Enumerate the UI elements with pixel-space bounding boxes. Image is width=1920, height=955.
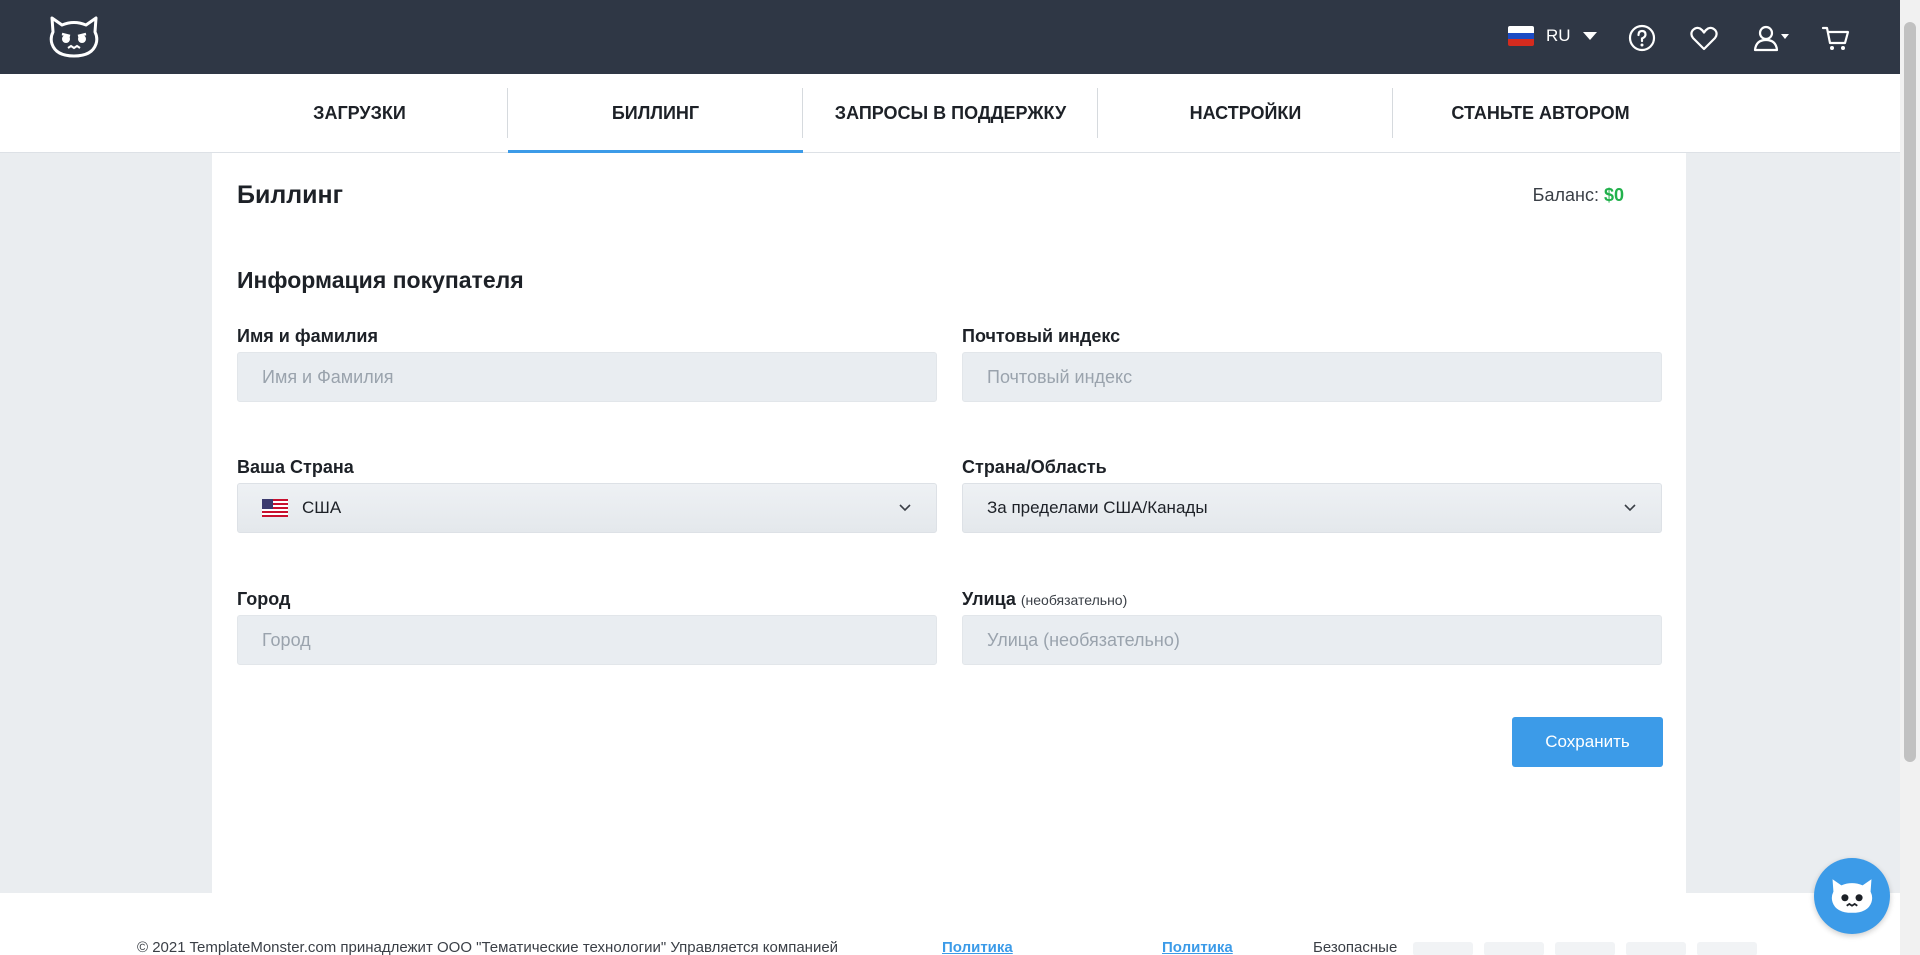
heart-icon[interactable] — [1688, 22, 1720, 54]
city-field-group: Город — [237, 588, 937, 665]
page-title: Биллинг — [237, 181, 343, 209]
city-input[interactable] — [237, 615, 937, 665]
balance-value: $0 — [1603, 185, 1624, 205]
payment-method-icon — [1413, 942, 1473, 955]
street-field-group: Улица (необязательно) — [962, 588, 1662, 665]
street-label: Улица (необязательно) — [962, 588, 1662, 615]
tab-become-author[interactable]: СТАНЬТЕ АВТОРОМ — [1393, 74, 1688, 152]
tab-settings[interactable]: НАСТРОЙКИ — [1098, 74, 1393, 152]
footer-policy-link[interactable]: Политика — [942, 939, 1013, 955]
region-value: За пределами США/Канады — [987, 498, 1208, 517]
tab-billing[interactable]: БИЛЛИНГ — [508, 74, 803, 153]
chevron-down-icon — [899, 504, 911, 512]
footer-safe-payments-label: Безопасные — [1313, 939, 1398, 955]
balance-label: Баланс: — [1532, 185, 1599, 205]
account-tabs: ЗАГРУЗКИ БИЛЛИНГ ЗАПРОСЫ В ПОДДЕРЖКУ НАС… — [0, 74, 1900, 153]
templatemonster-chat-icon — [1831, 879, 1873, 913]
payment-method-icon — [1697, 942, 1757, 955]
chevron-down-icon — [1624, 504, 1636, 512]
user-icon[interactable] — [1752, 22, 1792, 54]
section-title: Информация покупателя — [237, 267, 524, 293]
payment-method-icon — [1626, 942, 1686, 955]
footer: © 2021 TemplateMonster.com принадлежит О… — [0, 893, 1900, 955]
zip-label: Почтовый индекс — [962, 326, 1121, 346]
name-field-group: Имя и фамилия — [237, 325, 937, 402]
region-select[interactable]: За пределами США/Канады — [962, 483, 1662, 533]
country-value: США — [302, 498, 342, 517]
country-field-group: Ваша Страна США — [237, 456, 937, 533]
name-label: Имя и фамилия — [237, 326, 378, 346]
payment-method-icon — [1555, 942, 1615, 955]
street-label-text: Улица — [962, 589, 1016, 609]
city-label: Город — [237, 589, 291, 609]
russia-flag-icon — [1508, 26, 1534, 46]
cart-icon[interactable] — [1820, 22, 1852, 54]
tab-support-requests[interactable]: ЗАПРОСЫ В ПОДДЕРЖКУ — [803, 74, 1098, 152]
region-field-group: Страна/Область За пределами США/Канады — [962, 456, 1662, 533]
usa-flag-icon — [262, 499, 288, 517]
zip-input[interactable] — [962, 352, 1662, 402]
language-selector[interactable]: RU — [1508, 26, 1597, 46]
region-label: Страна/Область — [962, 457, 1107, 477]
help-icon[interactable] — [1626, 22, 1658, 54]
save-button[interactable]: Сохранить — [1512, 717, 1663, 767]
footer-policy-link[interactable]: Политика — [1162, 939, 1233, 955]
street-input[interactable] — [962, 615, 1662, 665]
optional-note: (необязательно) — [1020, 592, 1128, 608]
scrollbar-thumb[interactable] — [1904, 22, 1916, 762]
payment-method-icon — [1484, 942, 1544, 955]
caret-down-icon — [1582, 32, 1597, 40]
zip-field-group: Почтовый индекс — [962, 325, 1662, 402]
page-scrollbar[interactable] — [1900, 0, 1920, 955]
language-label: RU — [1546, 26, 1571, 45]
country-select[interactable]: США — [237, 483, 937, 533]
templatemonster-logo-icon[interactable] — [48, 16, 100, 58]
balance: Баланс: $0 — [1533, 185, 1624, 206]
name-input[interactable] — [237, 352, 937, 402]
top-bar: RU — [0, 0, 1900, 74]
tab-downloads[interactable]: ЗАГРУЗКИ — [212, 74, 507, 152]
chat-support-button[interactable] — [1814, 858, 1890, 934]
footer-copyright: © 2021 TemplateMonster.com принадлежит О… — [137, 939, 839, 955]
country-label: Ваша Страна — [237, 457, 354, 477]
billing-card: Биллинг Баланс: $0 Информация покупателя… — [212, 153, 1686, 893]
